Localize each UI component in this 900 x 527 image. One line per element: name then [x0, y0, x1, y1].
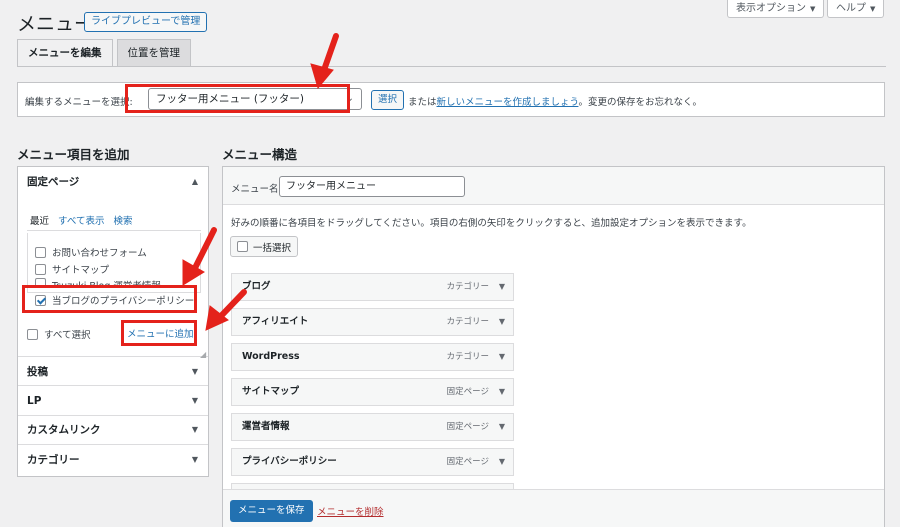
- menu-item-type: カテゴリー: [446, 352, 489, 362]
- caret-down-icon: ▼: [870, 5, 876, 13]
- add-menu-items-panel: 固定ページ ▲ 最近 すべて表示 検索 お問い合わせフォーム サイトマップ Ts…: [17, 166, 209, 477]
- menu-name-row: メニュー名 フッター用メニュー: [223, 167, 884, 205]
- menu-item[interactable]: アフィリエイト カテゴリー ▼: [231, 308, 514, 336]
- select-all[interactable]: すべて選択: [27, 327, 90, 341]
- menu-item[interactable]: WordPress カテゴリー ▼: [231, 343, 514, 371]
- accordion-posts[interactable]: 投稿 ▼: [18, 356, 208, 386]
- tab-edit-menus[interactable]: メニューを編集: [17, 39, 113, 67]
- accordion-custom-links-label: カスタムリンク: [27, 424, 101, 436]
- menu-item[interactable]: プライバシーポリシー 固定ページ ▼: [231, 448, 514, 476]
- add-to-menu-button[interactable]: メニューに追加: [127, 326, 194, 340]
- menu-item-title: WordPress: [242, 351, 300, 362]
- menu-select-value: フッター用メニュー (フッター): [156, 93, 305, 105]
- help-label: ヘルプ: [836, 3, 866, 14]
- help-button[interactable]: ヘルプ ▼: [827, 0, 885, 18]
- drag-instructions: 好みの順番に各項目をドラッグしてください。項目の右側の矢印をクリックすると、追加…: [231, 218, 752, 229]
- accordion-categories[interactable]: カテゴリー ▼: [18, 445, 208, 475]
- expand-arrow-icon[interactable]: ▼: [499, 309, 505, 335]
- checkbox[interactable]: [27, 328, 38, 340]
- menu-item-type: 固定ページ: [446, 457, 489, 467]
- delete-menu-link[interactable]: メニューを削除: [317, 504, 384, 518]
- checkbox[interactable]: [35, 263, 46, 275]
- page-title: メニュー: [17, 13, 94, 35]
- arrow-up-icon: ▲: [191, 177, 198, 186]
- list-item[interactable]: 当ブログのプライバシーポリシー: [35, 293, 194, 307]
- tab-view-all[interactable]: すべて表示: [58, 213, 104, 230]
- menu-item-type: カテゴリー: [446, 317, 489, 327]
- bulk-select-label: 一括選択: [253, 242, 292, 254]
- bar-text-before: または: [408, 97, 437, 108]
- menu-structure-heading: メニュー構造: [222, 147, 298, 162]
- list-item[interactable]: Tsuzuki Blog 運営者情報: [35, 278, 161, 287]
- screen-options-label: 表示オプション: [736, 3, 806, 14]
- expand-arrow-icon[interactable]: ▼: [499, 379, 505, 405]
- menu-item-title: 運営者情報: [242, 421, 290, 432]
- menu-item-title: アフィリエイト: [242, 316, 309, 327]
- checkbox[interactable]: [35, 278, 46, 287]
- page-item-label: 当ブログのプライバシーポリシー: [52, 296, 195, 307]
- page-item-label: サイトマップ: [52, 265, 110, 276]
- checkbox[interactable]: [35, 246, 46, 258]
- page-item-label: お問い合わせフォーム: [52, 248, 147, 259]
- expand-arrow-icon[interactable]: ▼: [499, 344, 505, 370]
- create-menu-text: または新しいメニューを作成しましょう。変更の保存をお忘れなく。: [408, 94, 702, 108]
- arrow-down-icon: ▼: [191, 425, 198, 434]
- arrow-down-icon: ▼: [191, 396, 198, 405]
- list-item[interactable]: お問い合わせフォーム: [35, 245, 147, 259]
- menu-item-title: サイトマップ: [242, 386, 300, 397]
- select-all-label: すべて選択: [44, 330, 91, 341]
- nav-tabs: メニューを編集 位置を管理: [17, 39, 191, 67]
- menu-item-type: カテゴリー: [446, 282, 489, 292]
- arrow-down-icon: ▼: [191, 455, 198, 464]
- tab-recent[interactable]: 最近: [30, 213, 49, 230]
- create-new-menu-link[interactable]: 新しいメニューを作成しましょう: [437, 97, 579, 108]
- pages-inner-tabs: 最近 すべて表示 検索: [27, 213, 201, 231]
- menu-name-input[interactable]: フッター用メニュー: [279, 176, 465, 197]
- chevron-down-icon: ⌄: [345, 93, 354, 104]
- accordion-custom-links[interactable]: カスタムリンク ▼: [18, 415, 208, 445]
- resize-handle-icon[interactable]: ◢: [200, 350, 206, 359]
- accordion-lp[interactable]: LP ▼: [18, 386, 208, 416]
- checkbox[interactable]: [237, 241, 248, 252]
- tab-divider: [17, 66, 886, 67]
- caret-down-icon: ▼: [810, 5, 816, 13]
- live-preview-button[interactable]: ライブプレビューで管理: [84, 12, 208, 32]
- menu-structure-panel: メニュー名 フッター用メニュー 好みの順番に各項目をドラッグしてください。項目の…: [222, 166, 885, 527]
- accordion-posts-label: 投稿: [27, 366, 48, 378]
- expand-arrow-icon[interactable]: ▼: [499, 414, 505, 440]
- menu-item-type: 固定ページ: [446, 387, 489, 397]
- menu-item-title: ブログ: [242, 281, 271, 292]
- menu-item[interactable]: 運営者情報 固定ページ ▼: [231, 413, 514, 441]
- bulk-select-button[interactable]: 一括選択: [230, 236, 299, 257]
- menu-item-type: 固定ページ: [446, 422, 489, 432]
- tab-search[interactable]: 検索: [113, 213, 132, 230]
- checkbox-checked[interactable]: [35, 294, 46, 306]
- tab-manage-locations[interactable]: 位置を管理: [116, 39, 191, 66]
- expand-arrow-icon[interactable]: ▼: [499, 449, 505, 475]
- menu-item[interactable]: サイトマップ 固定ページ ▼: [231, 378, 514, 406]
- save-menu-button[interactable]: メニューを保存: [230, 500, 313, 522]
- page-item-label: Tsuzuki Blog 運営者情報: [52, 281, 161, 287]
- menu-item[interactable]: ブログ カテゴリー ▼: [231, 273, 514, 301]
- accordion-pages[interactable]: 固定ページ ▲: [18, 167, 208, 197]
- accordion-pages-label: 固定ページ: [27, 176, 80, 188]
- accordion-categories-label: カテゴリー: [27, 454, 80, 466]
- select-menu-button[interactable]: 選択: [371, 90, 405, 110]
- menu-select-label: 編集するメニューを選択:: [25, 97, 133, 108]
- menu-footer: メニューを保存 メニューを削除: [223, 489, 884, 527]
- expand-arrow-icon[interactable]: ▼: [499, 274, 505, 300]
- list-item[interactable]: サイトマップ: [35, 262, 109, 276]
- menu-select-dropdown[interactable]: フッター用メニュー (フッター) ⌄: [148, 88, 362, 110]
- bar-text-after: 。変更の保存をお忘れなく。: [578, 97, 702, 108]
- accordion-lp-label: LP: [27, 395, 42, 407]
- menu-name-label: メニュー名: [231, 184, 279, 195]
- screen-options-button[interactable]: 表示オプション ▼: [727, 0, 825, 18]
- arrow-down-icon: ▼: [191, 367, 198, 376]
- menu-select-bar: 編集するメニューを選択: フッター用メニュー (フッター) ⌄ 選択 または新し…: [17, 82, 885, 117]
- menu-item-title: プライバシーポリシー: [242, 456, 337, 467]
- add-menu-items-heading: メニュー項目を追加: [17, 147, 130, 162]
